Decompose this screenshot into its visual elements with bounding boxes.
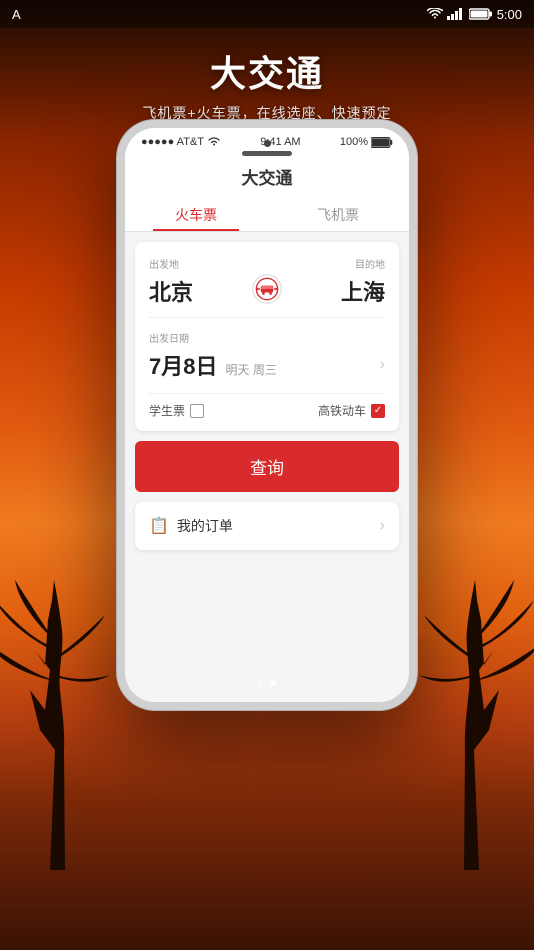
battery-icon: [469, 8, 493, 20]
phone-top-bar: [242, 140, 292, 156]
wifi-icon: [427, 8, 443, 20]
to-field[interactable]: 目的地 上海: [293, 256, 385, 307]
to-label: 目的地: [293, 256, 385, 271]
swap-button[interactable]: [249, 271, 285, 307]
phone-app-name: 大交通: [125, 164, 409, 189]
app-title: 大交通: [0, 45, 534, 97]
phone-screen: ●●●●● AT&T 9:41 AM 100%: [125, 128, 409, 702]
tab-bar: 火车票 飞机票: [125, 197, 409, 231]
student-ticket-checkbox[interactable]: [190, 404, 204, 418]
highspeed-option[interactable]: 高铁动车 ✓: [318, 402, 385, 419]
phone-speaker: [242, 151, 292, 156]
phone-content: 出发地 北京: [125, 232, 409, 560]
status-bar-left: A: [12, 7, 21, 22]
date-value: 7月8日: [149, 349, 217, 381]
orders-label: 我的订单: [177, 516, 233, 536]
system-time: 5:00: [497, 7, 522, 22]
from-city: 北京: [149, 275, 241, 307]
phone-mockup: ●●●●● AT&T 9:41 AM 100%: [117, 120, 417, 710]
phone-device: ●●●●● AT&T 9:41 AM 100%: [117, 120, 417, 710]
signal-icon: [447, 8, 465, 20]
student-ticket-label: 学生票: [149, 402, 185, 419]
phone-battery-area: 100%: [340, 136, 393, 148]
date-arrow-icon: ›: [380, 356, 385, 374]
orders-left: 📋 我的订单: [149, 516, 233, 536]
phone-signal: ●●●●● AT&T: [141, 136, 221, 148]
orders-card[interactable]: 📋 我的订单 ›: [135, 502, 399, 550]
phone-battery-icon: [371, 137, 393, 148]
date-row[interactable]: 出发日期 7月8日 明天 周三 ›: [135, 318, 399, 393]
system-indicator: A: [12, 7, 21, 22]
dot-1: [258, 680, 264, 686]
date-label: 出发日期: [149, 330, 385, 345]
student-ticket-option[interactable]: 学生票: [149, 402, 204, 419]
orders-arrow-icon: ›: [380, 517, 385, 535]
date-main: 7月8日 明天 周三 ›: [149, 349, 385, 381]
date-desc: 明天 周三: [225, 361, 276, 378]
to-city: 上海: [293, 275, 385, 307]
orders-icon: 📋: [149, 516, 169, 536]
app-header: 大交通 飞机票+火车票，在线选座、快速预定: [0, 45, 534, 123]
phone-camera: [264, 140, 271, 147]
page-indicator: [125, 680, 409, 686]
phone-carrier: ●●●●● AT&T: [141, 136, 204, 148]
phone-wifi-icon: [207, 137, 221, 147]
from-label: 出发地: [149, 256, 241, 271]
date-left: 7月8日 明天 周三: [149, 349, 277, 381]
status-bar-right: 5:00: [427, 7, 522, 22]
system-status-bar: A 5:00: [0, 0, 534, 28]
from-field[interactable]: 出发地 北京: [149, 256, 241, 307]
search-button[interactable]: 查询: [135, 441, 399, 492]
dot-2: [270, 680, 276, 686]
route-row: 出发地 北京: [135, 242, 399, 317]
tab-train[interactable]: 火车票: [125, 197, 267, 231]
phone-app-header: 大交通 火车票 飞机票: [125, 156, 409, 232]
swap-icon: [251, 273, 283, 305]
tab-flight[interactable]: 飞机票: [267, 197, 409, 231]
phone-battery-text: 100%: [340, 136, 368, 148]
highspeed-checkbox[interactable]: ✓: [371, 404, 385, 418]
search-card: 出发地 北京: [135, 242, 399, 431]
options-row: 学生票 高铁动车 ✓: [135, 394, 399, 431]
highspeed-label: 高铁动车: [318, 402, 366, 419]
